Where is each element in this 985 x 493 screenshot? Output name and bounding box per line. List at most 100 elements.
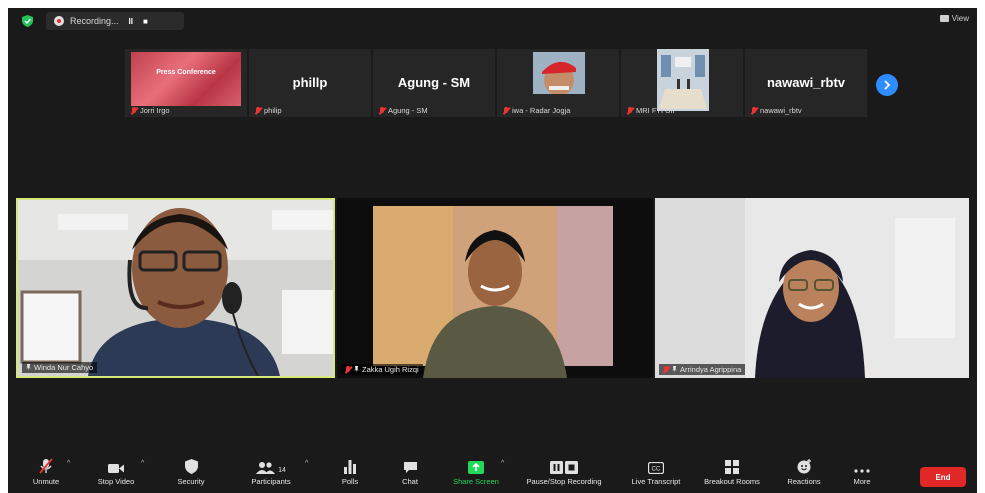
pin-icon [26, 364, 31, 371]
participant-video [655, 198, 969, 378]
pin-icon [354, 366, 359, 373]
stop-video-label: Stop Video [97, 477, 135, 486]
meeting-top-bar: Recording... II ■ View [8, 8, 977, 34]
participant-video [337, 198, 653, 378]
security-label: Security [177, 477, 205, 486]
mic-muted-icon [503, 106, 509, 115]
slide-title: Press Conference [156, 69, 216, 76]
participants-options-chevron-icon[interactable]: ^ [305, 460, 308, 467]
pause-recording-label: Pause/Stop Recording [526, 477, 602, 486]
more-button[interactable]: More [832, 456, 892, 486]
video-tile[interactable]: Zakka Ugih Rizqi [337, 198, 653, 378]
participant-video [18, 200, 333, 376]
participant-thumbnail-strip: Press Conference Jorri Irgo phillp phili… [125, 49, 867, 117]
polls-label: Polls [341, 477, 359, 486]
mic-muted-icon [379, 106, 385, 115]
mic-muted-icon [627, 106, 633, 115]
participant-name-label: MRI FTI UII [627, 106, 675, 115]
participant-display-name: phillp [292, 75, 328, 90]
recording-status-text: Recording... [70, 16, 119, 26]
participant-thumbnail[interactable]: phillp philip [249, 49, 371, 117]
video-tile[interactable]: Arrindya Agrippina [655, 198, 969, 378]
smiley-reaction-icon [797, 459, 811, 474]
closed-caption-icon: CC [648, 462, 664, 474]
microphone-muted-icon [39, 458, 53, 474]
chevron-right-icon [884, 80, 891, 90]
video-options-chevron-icon[interactable]: ^ [141, 460, 144, 467]
shared-slide-image: Press Conference [131, 52, 241, 106]
participant-thumbnail[interactable]: Agung - SM Agung - SM [373, 49, 495, 117]
video-tile-active-speaker[interactable]: Winda Nur Cahyo [16, 198, 335, 378]
participants-button[interactable]: 14 Participants [241, 456, 301, 486]
view-label: View [951, 14, 969, 23]
participant-thumbnail[interactable]: nawawi_rbtv nawawi_rbtv [745, 49, 867, 117]
participant-name: Winda Nur Cahyo [34, 363, 94, 372]
participant-name-label: philip [255, 106, 282, 115]
reactions-label: Reactions [787, 477, 821, 486]
mic-muted-icon [131, 106, 137, 115]
live-transcript-label: Live Transcript [631, 477, 681, 486]
pin-icon [672, 366, 677, 373]
participant-photo [657, 49, 709, 111]
participants-icon [256, 462, 276, 474]
zoom-meeting-window: Recording... II ■ View Press Conference … [8, 8, 977, 493]
pause-stop-recording-button[interactable]: Pause/Stop Recording [526, 456, 602, 486]
live-transcript-button[interactable]: CC Live Transcript [624, 456, 688, 486]
participant-display-name: Agung - SM [397, 75, 471, 90]
chat-button[interactable]: Chat [380, 456, 440, 486]
share-screen-button[interactable]: Share Screen [446, 456, 506, 486]
grid-view-icon [939, 15, 949, 22]
video-camera-icon [108, 464, 124, 473]
participant-display-name: nawawi_rbtv [766, 75, 846, 90]
participant-name: Jorri Irgo [140, 106, 170, 115]
breakout-rooms-grid-icon [725, 460, 739, 474]
participant-name: nawawi_rbtv [760, 106, 802, 115]
mic-muted-icon [345, 365, 351, 374]
end-meeting-button[interactable]: End [920, 467, 966, 487]
security-shield-icon[interactable] [22, 15, 33, 27]
mic-muted-icon [751, 106, 757, 115]
chat-bubble-icon [403, 462, 417, 473]
svg-text:CC: CC [652, 467, 661, 473]
participant-name-label: Arrindya Agrippina [659, 364, 746, 375]
next-page-button[interactable] [876, 74, 898, 96]
mic-muted-icon [255, 106, 261, 115]
participant-name-label: iwa - Radar Jogja [503, 106, 570, 115]
participant-thumbnail[interactable]: iwa - Radar Jogja [497, 49, 619, 117]
participant-name-label: Winda Nur Cahyo [22, 362, 98, 373]
breakout-rooms-label: Breakout Rooms [704, 477, 760, 486]
participant-thumbnail[interactable]: Press Conference Jorri Irgo [125, 49, 247, 117]
unmute-label: Unmute [32, 477, 60, 486]
recording-dot-icon [54, 16, 64, 26]
meeting-controls-toolbar: Unmute ^ Stop Video ^ Security 14 Partic… [8, 456, 977, 493]
more-label: More [853, 477, 871, 486]
participants-label: Participants [251, 477, 291, 486]
share-screen-label: Share Screen [453, 477, 499, 486]
more-dots-icon [854, 469, 870, 473]
share-screen-icon [468, 461, 484, 474]
bar-chart-icon [344, 460, 356, 474]
participant-name: Zakka Ugih Rizqi [362, 365, 419, 374]
breakout-rooms-button[interactable]: Breakout Rooms [700, 456, 764, 486]
participant-count: 14 [278, 467, 286, 474]
audio-options-chevron-icon[interactable]: ^ [67, 460, 70, 467]
polls-button[interactable]: Polls [320, 456, 380, 486]
participant-name-label: nawawi_rbtv [751, 106, 802, 115]
mic-muted-icon [663, 365, 669, 374]
view-button[interactable]: View [939, 14, 969, 23]
participant-thumbnail[interactable]: MRI FTI UII [621, 49, 743, 117]
stop-recording-icon[interactable]: ■ [143, 17, 148, 26]
participant-name: Agung - SM [388, 106, 428, 115]
participant-name: iwa - Radar Jogja [512, 106, 571, 115]
security-button[interactable]: Security [161, 456, 221, 486]
participant-name-label: Jorri Irgo [131, 106, 170, 115]
participant-photo [533, 52, 585, 94]
chat-label: Chat [402, 477, 418, 486]
pause-recording-icon[interactable]: II [129, 17, 133, 26]
share-options-chevron-icon[interactable]: ^ [501, 460, 504, 467]
stop-video-button[interactable]: Stop Video [86, 456, 146, 486]
participant-name-label: Zakka Ugih Rizqi [341, 364, 423, 375]
reactions-button[interactable]: Reactions [774, 456, 834, 486]
recording-indicator: Recording... II ■ [46, 12, 184, 30]
participant-name: MRI FTI UII [636, 106, 675, 115]
